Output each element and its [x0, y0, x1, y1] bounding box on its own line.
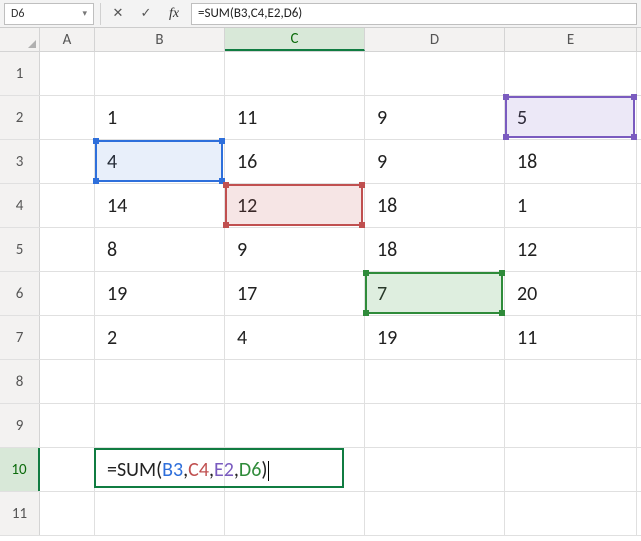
fx-icon: fx [169, 6, 179, 22]
row-header-2[interactable]: 2 [0, 96, 40, 139]
row-7: 7 241911 [0, 316, 641, 360]
cell-E1[interactable] [505, 52, 637, 95]
cell-E7[interactable]: 11 [505, 316, 637, 359]
cell-E2[interactable]: 5 [505, 96, 637, 139]
cell-A11[interactable] [40, 492, 95, 535]
cell-A9[interactable] [40, 404, 95, 447]
cell-E9[interactable] [505, 404, 637, 447]
cell-A3[interactable] [40, 140, 95, 183]
cell-D10[interactable] [365, 448, 505, 491]
formula-input[interactable]: =SUM(B3,C4,E2,D6) [191, 3, 637, 25]
row-11: 11 [0, 492, 641, 536]
cell-A8[interactable] [40, 360, 95, 403]
cell-B7[interactable]: 2 [95, 316, 225, 359]
cell-E6[interactable]: 20 [505, 272, 637, 315]
cell-E4[interactable]: 1 [505, 184, 637, 227]
column-headers: A B C D E [0, 28, 641, 52]
cell-B2[interactable]: 1 [95, 96, 225, 139]
row-5: 5 891812 [0, 228, 641, 272]
cell-B10[interactable]: =SUM(B3,C4,E2,D6) [95, 448, 225, 491]
col-header-C[interactable]: C [225, 28, 365, 51]
row-header-10[interactable]: 10 [0, 448, 40, 491]
cell-A4[interactable] [40, 184, 95, 227]
cell-A2[interactable] [40, 96, 95, 139]
cell-A7[interactable] [40, 316, 95, 359]
row-2: 211195 [0, 96, 641, 140]
cell-C4[interactable]: 12 [225, 184, 365, 227]
cell-B9[interactable] [95, 404, 225, 447]
cell-A6[interactable] [40, 272, 95, 315]
cell-D4[interactable]: 18 [365, 184, 505, 227]
cell-D6[interactable]: 7 [365, 272, 505, 315]
cell-C11[interactable] [225, 492, 365, 535]
name-box[interactable]: D6 ▾ [4, 3, 94, 25]
cell-C2[interactable]: 11 [225, 96, 365, 139]
row-header-8[interactable]: 8 [0, 360, 40, 403]
cell-B4[interactable]: 14 [95, 184, 225, 227]
dropdown-icon[interactable]: ▾ [82, 8, 87, 19]
cell-E8[interactable] [505, 360, 637, 403]
cell-D9[interactable] [365, 404, 505, 447]
row-header-4[interactable]: 4 [0, 184, 40, 227]
cell-E10[interactable] [505, 448, 637, 491]
spreadsheet-grid: A B C D E 121119534169184141218158918126… [0, 28, 641, 536]
cell-C3[interactable]: 16 [225, 140, 365, 183]
fx-button[interactable]: fx [163, 3, 185, 25]
name-box-value: D6 [11, 7, 24, 21]
formula-bar: D6 ▾ ✕ ✓ fx =SUM(B3,C4,E2,D6) [0, 0, 641, 28]
row-header-3[interactable]: 3 [0, 140, 40, 183]
cell-E11[interactable] [505, 492, 637, 535]
cell-B1[interactable] [95, 52, 225, 95]
cell-C8[interactable] [225, 360, 365, 403]
cancel-button[interactable]: ✕ [107, 3, 129, 25]
divider [100, 3, 101, 25]
row-header-9[interactable]: 9 [0, 404, 40, 447]
enter-button[interactable]: ✓ [135, 3, 157, 25]
row-6: 6 1917720 [0, 272, 641, 316]
x-icon: ✕ [113, 6, 124, 21]
select-all-corner[interactable] [0, 28, 40, 51]
row-header-6[interactable]: 6 [0, 272, 40, 315]
cell-C7[interactable]: 4 [225, 316, 365, 359]
cell-A5[interactable] [40, 228, 95, 271]
cell-B5[interactable]: 8 [95, 228, 225, 271]
cell-B8[interactable] [95, 360, 225, 403]
cell-E3[interactable]: 18 [505, 140, 637, 183]
cell-C10[interactable] [225, 448, 365, 491]
cell-A1[interactable] [40, 52, 95, 95]
cell-C1[interactable] [225, 52, 365, 95]
cell-D7[interactable]: 19 [365, 316, 505, 359]
row-header-5[interactable]: 5 [0, 228, 40, 271]
check-icon: ✓ [141, 6, 152, 21]
cell-A10[interactable] [40, 448, 95, 491]
cell-C6[interactable]: 17 [225, 272, 365, 315]
row-header-11[interactable]: 11 [0, 492, 40, 535]
cell-B6[interactable]: 19 [95, 272, 225, 315]
row-8: 8 [0, 360, 641, 404]
cell-D3[interactable]: 9 [365, 140, 505, 183]
row-1: 1 [0, 52, 641, 96]
cell-E5[interactable]: 12 [505, 228, 637, 271]
row-9: 9 [0, 404, 641, 448]
cell-D2[interactable]: 9 [365, 96, 505, 139]
row-4: 4 1412181 [0, 184, 641, 228]
row-3: 3 416918 [0, 140, 641, 184]
cell-C9[interactable] [225, 404, 365, 447]
cell-D11[interactable] [365, 492, 505, 535]
col-header-A[interactable]: A [40, 28, 95, 51]
formula-text: =SUM(B3,C4,E2,D6) [198, 6, 302, 21]
cell-D1[interactable] [365, 52, 505, 95]
col-header-B[interactable]: B [95, 28, 225, 51]
col-header-E[interactable]: E [505, 28, 637, 51]
cell-D5[interactable]: 18 [365, 228, 505, 271]
row-header-1[interactable]: 1 [0, 52, 40, 95]
row-10: 10 =SUM(B3,C4,E2,D6) [0, 448, 641, 492]
cell-B11[interactable] [95, 492, 225, 535]
col-header-D[interactable]: D [365, 28, 505, 51]
cell-C5[interactable]: 9 [225, 228, 365, 271]
cell-D8[interactable] [365, 360, 505, 403]
row-header-7[interactable]: 7 [0, 316, 40, 359]
cell-B3[interactable]: 4 [95, 140, 225, 183]
